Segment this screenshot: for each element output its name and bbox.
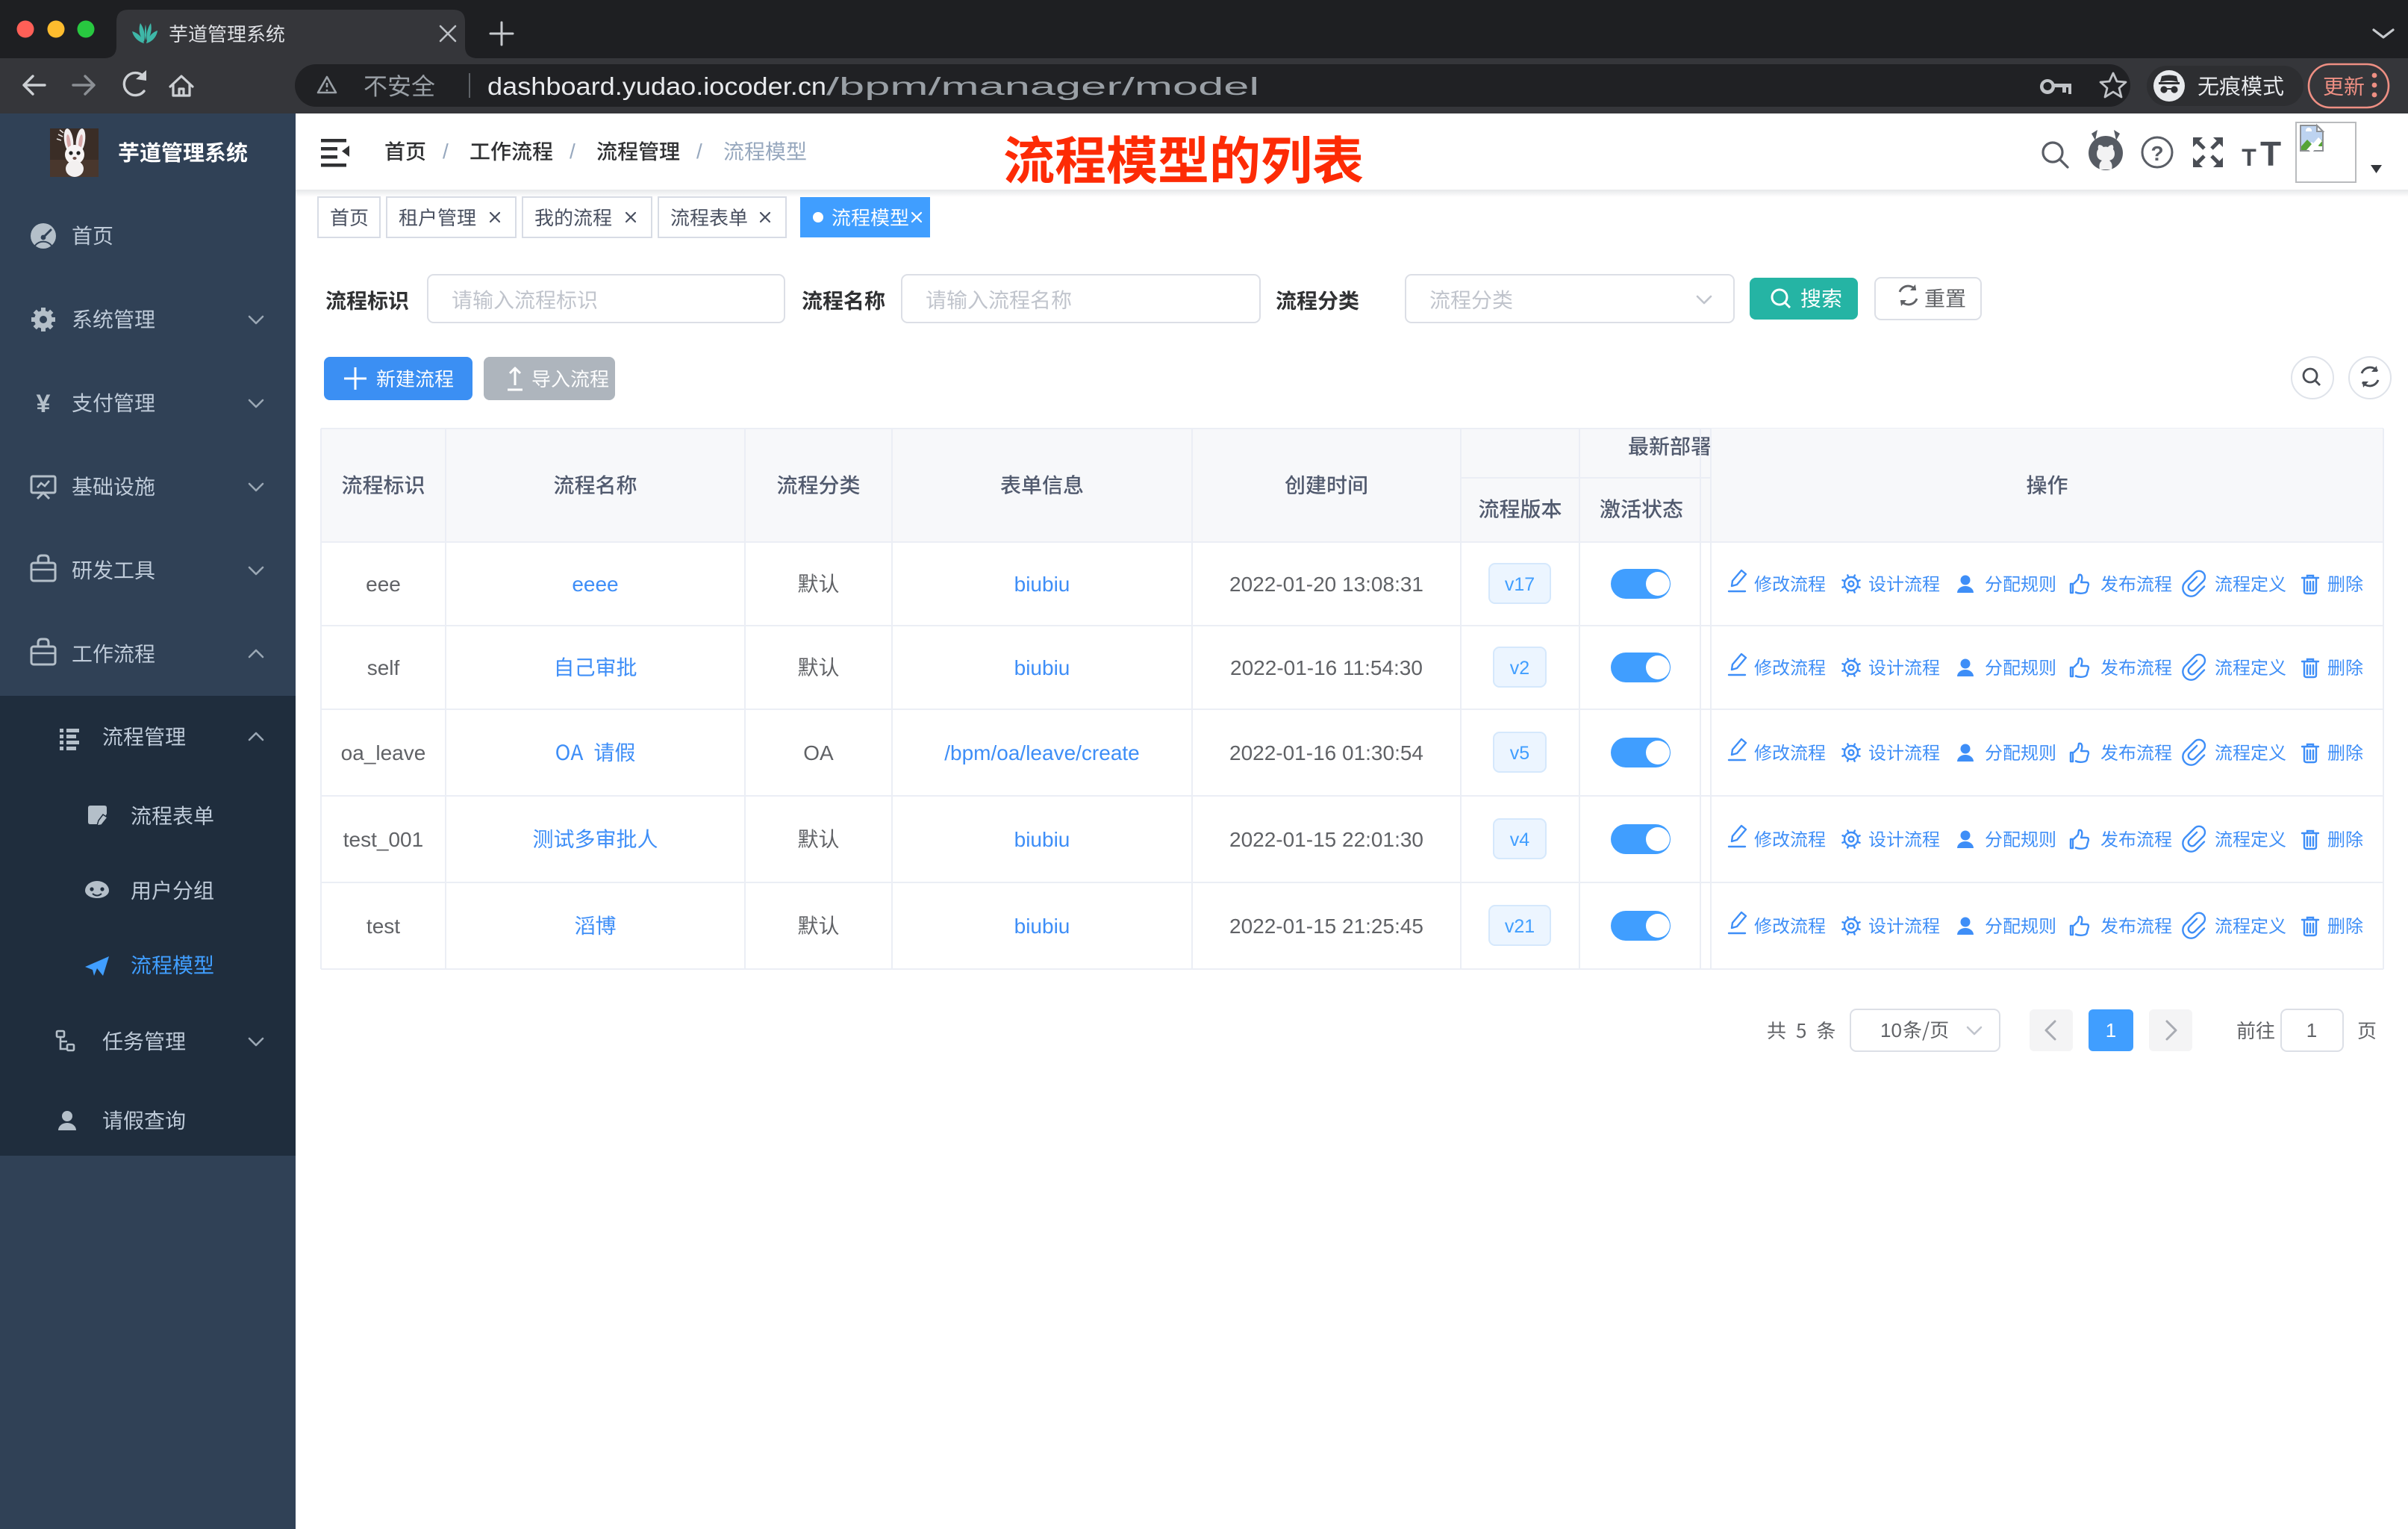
svg-text:oa_leave: oa_leave (341, 741, 426, 764)
svg-text:self: self (367, 656, 400, 679)
svg-text:?: ? (2150, 142, 2163, 165)
svg-text:/: / (696, 140, 702, 163)
svg-text:¥: ¥ (37, 390, 51, 418)
svg-text:OA: OA (803, 741, 834, 764)
svg-text:test_001: test_001 (343, 828, 423, 851)
svg-text:eee: eee (366, 573, 401, 596)
svg-text:T: T (2242, 144, 2256, 171)
svg-text:2022-01-16 01:30:54: 2022-01-16 01:30:54 (1229, 741, 1423, 764)
svg-text:v5: v5 (1510, 743, 1529, 764)
svg-text:/: / (443, 140, 449, 163)
svg-text:biubiu: biubiu (1014, 573, 1070, 596)
svg-text:T: T (2260, 134, 2281, 173)
svg-text:v17: v17 (1505, 574, 1535, 595)
svg-text:test: test (366, 915, 400, 938)
svg-text:/bpm/oa/leave/create: /bpm/oa/leave/create (944, 741, 1140, 764)
svg-text:eeee: eeee (572, 573, 618, 596)
svg-text:2022-01-16 11:54:30: 2022-01-16 11:54:30 (1230, 656, 1423, 679)
svg-text:v4: v4 (1510, 829, 1530, 850)
svg-text:/: / (570, 140, 576, 163)
svg-text:2022-01-15 22:01:30: 2022-01-15 22:01:30 (1229, 828, 1423, 851)
svg-text:dashboard.yudao.iocoder.cn: dashboard.yudao.iocoder.cn (487, 72, 826, 100)
svg-text:biubiu: biubiu (1014, 828, 1070, 851)
svg-text:2022-01-20 13:08:31: 2022-01-20 13:08:31 (1229, 573, 1423, 596)
svg-text:1: 1 (2306, 1019, 2317, 1041)
svg-text:v21: v21 (1505, 916, 1535, 937)
svg-text:biubiu: biubiu (1014, 656, 1070, 679)
svg-text:2022-01-15 21:25:45: 2022-01-15 21:25:45 (1229, 915, 1423, 938)
svg-text:biubiu: biubiu (1014, 915, 1070, 938)
svg-text:/bpm/manager/model: /bpm/manager/model (826, 72, 1259, 100)
svg-text:v2: v2 (1510, 658, 1529, 679)
svg-text:10: 10 (1880, 1019, 1902, 1041)
svg-text:1: 1 (2106, 1019, 2116, 1041)
